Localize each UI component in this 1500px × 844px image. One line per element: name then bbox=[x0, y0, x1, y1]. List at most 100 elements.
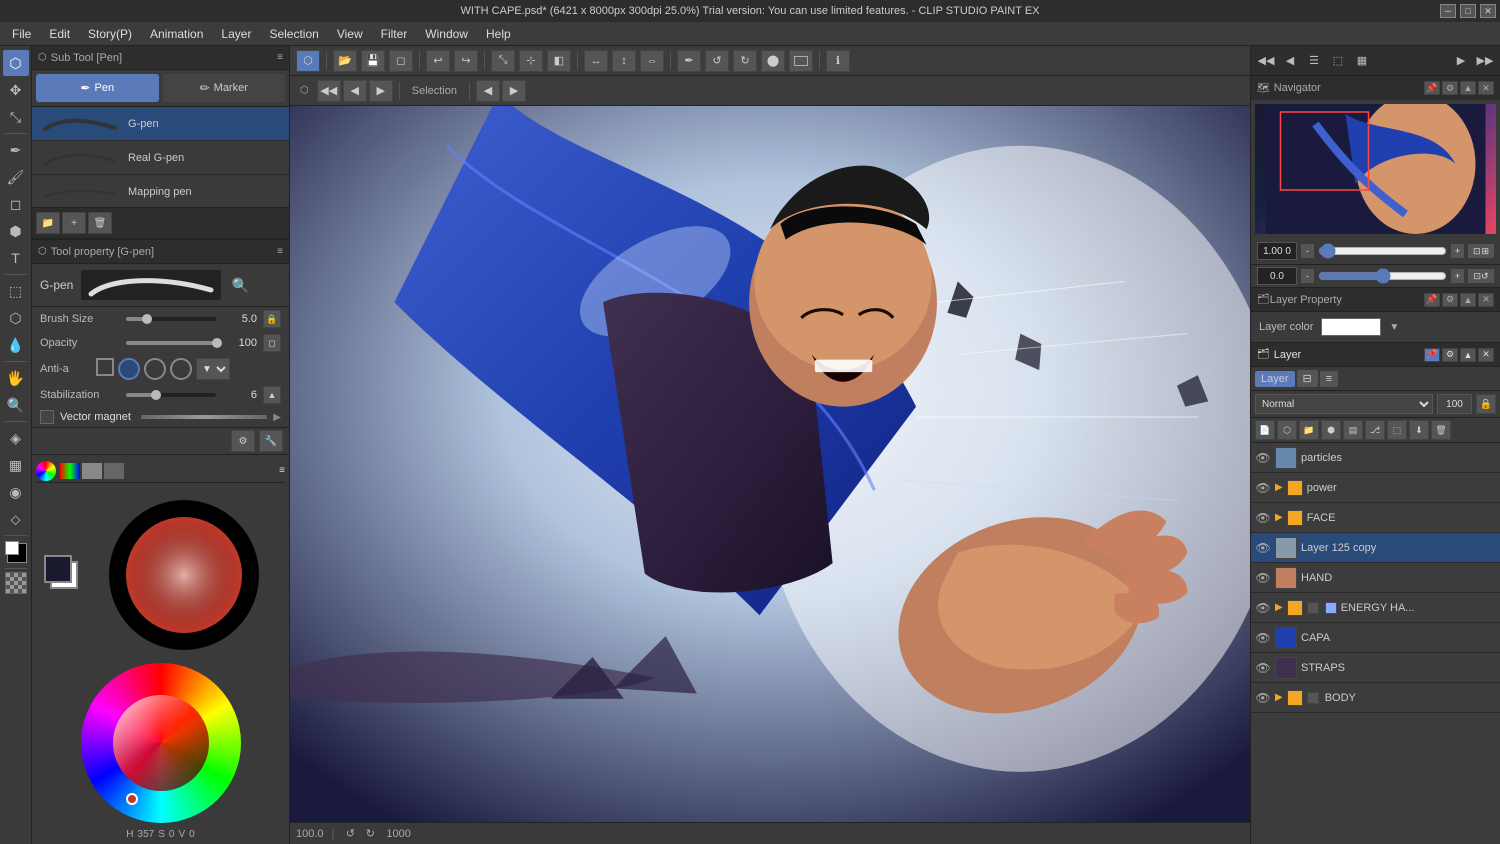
stabilization-slider[interactable] bbox=[126, 393, 216, 397]
panel-nav-btn1[interactable]: ◀ bbox=[476, 80, 500, 102]
tool-gradient[interactable]: ▦ bbox=[3, 452, 29, 478]
close-button[interactable]: ✕ bbox=[1480, 4, 1496, 18]
layer-mask[interactable]: ⬚ bbox=[1387, 420, 1407, 440]
nav-left-btn[interactable]: ◀◀ bbox=[317, 80, 341, 102]
main-color-swatch[interactable] bbox=[44, 555, 72, 583]
nav-zoom-input[interactable]: 1.00 0 bbox=[1257, 242, 1297, 260]
layer-merge-down[interactable]: ⬇ bbox=[1409, 420, 1429, 440]
tool-pen[interactable]: ✒ bbox=[3, 137, 29, 163]
nav-rotation-input[interactable]: 0.0 bbox=[1257, 267, 1297, 285]
layer-item-face[interactable]: 👁 ▶ FACE bbox=[1251, 503, 1500, 533]
nav-zoom-out[interactable]: - bbox=[1301, 244, 1314, 258]
nav-zoom-in[interactable]: + bbox=[1451, 244, 1464, 258]
rt-nav-back[interactable]: ◀◀ bbox=[1255, 50, 1277, 72]
nav-expand[interactable]: ▲ bbox=[1460, 81, 1476, 95]
tool-zoom[interactable]: 🔍 bbox=[3, 392, 29, 418]
layer-eye-capa[interactable]: 👁 bbox=[1255, 630, 1271, 646]
rt-forward[interactable]: ▶ bbox=[1450, 50, 1472, 72]
opacity-input[interactable] bbox=[1437, 394, 1472, 414]
nav-settings[interactable]: ⚙ bbox=[1442, 81, 1458, 95]
nav-forward-btn[interactable]: ▶ bbox=[369, 80, 393, 102]
nav-rot-pos[interactable]: + bbox=[1451, 269, 1464, 283]
menu-help[interactable]: Help bbox=[478, 25, 519, 43]
lp-settings[interactable]: ⚙ bbox=[1442, 293, 1458, 307]
layer-item-hand[interactable]: 👁 HAND bbox=[1251, 563, 1500, 593]
layer-item-power[interactable]: 👁 ▶ power bbox=[1251, 473, 1500, 503]
canvas-prev-page[interactable]: ↺ bbox=[342, 826, 358, 842]
layer-fill[interactable]: ⬢ bbox=[1321, 420, 1341, 440]
cmd-rotate-l[interactable]: ↺ bbox=[705, 50, 729, 72]
cmd-rotate-r[interactable]: ↻ bbox=[733, 50, 757, 72]
layer-item-straps[interactable]: 👁 STRAPS bbox=[1251, 653, 1500, 683]
menu-view[interactable]: View bbox=[329, 25, 371, 43]
layer-item-energyha[interactable]: 👁 ▶ ENERGY HA... bbox=[1251, 593, 1500, 623]
aa-weak[interactable] bbox=[118, 358, 140, 380]
lp-expand[interactable]: ▲ bbox=[1460, 293, 1476, 307]
layer-panel-close[interactable]: ✕ bbox=[1478, 348, 1494, 362]
menu-edit[interactable]: Edit bbox=[41, 25, 78, 43]
layer-new-group[interactable]: 📁 bbox=[1299, 420, 1319, 440]
cmd-select[interactable]: ⬡ bbox=[296, 50, 320, 72]
menu-file[interactable]: File bbox=[4, 25, 39, 43]
tool-select[interactable]: ⬡ bbox=[3, 50, 29, 76]
cmd-transform[interactable]: ⤡ bbox=[491, 50, 515, 72]
nav-rot-reset[interactable]: ↺ bbox=[1481, 271, 1489, 282]
layer-eye-straps[interactable]: 👁 bbox=[1255, 660, 1271, 676]
cmd-circle[interactable]: ⬤ bbox=[761, 50, 785, 72]
nav-fit-btn[interactable]: ⊡ bbox=[1473, 246, 1481, 257]
blend-mode-select[interactable]: Normal Multiply Screen Overlay Add bbox=[1255, 394, 1433, 414]
stab-btn[interactable]: ▲ bbox=[263, 386, 281, 404]
nav-zoom-slider[interactable] bbox=[1318, 243, 1447, 259]
tool-smudge[interactable]: ⬦ bbox=[3, 506, 29, 532]
tool-auto-select[interactable]: ⬡ bbox=[3, 305, 29, 331]
rt-nav-back2[interactable]: ◀ bbox=[1279, 50, 1301, 72]
layer-delete[interactable]: 🗑 bbox=[1431, 420, 1451, 440]
vector-magnet-checkbox[interactable] bbox=[40, 410, 54, 424]
canvas-container[interactable] bbox=[290, 106, 1250, 822]
layer-item-body[interactable]: 👁 ▶ BODY bbox=[1251, 683, 1500, 713]
vector-magnet-slider[interactable] bbox=[141, 415, 267, 419]
layer-eye-energyha[interactable]: 👁 bbox=[1255, 600, 1271, 616]
tool-text[interactable]: T bbox=[3, 245, 29, 271]
settings-btn1[interactable]: ⚙ bbox=[231, 430, 255, 452]
layer-clipping[interactable]: ⎇ bbox=[1365, 420, 1385, 440]
brush-size-lock[interactable]: 🔒 bbox=[263, 310, 281, 328]
layer-tab-frame[interactable]: ⊟ bbox=[1297, 370, 1318, 387]
color-wheel[interactable] bbox=[81, 663, 241, 823]
cmd-pen-pressure[interactable]: ✒ bbox=[677, 50, 701, 72]
lp-pin[interactable]: 📌 bbox=[1424, 293, 1440, 307]
maximize-button[interactable]: □ bbox=[1460, 4, 1476, 18]
subtool-menu-btn[interactable]: ≡ bbox=[277, 52, 283, 63]
minimize-button[interactable]: ─ bbox=[1440, 4, 1456, 18]
layer-eye-face[interactable]: 👁 bbox=[1255, 510, 1271, 526]
color-picker-handle[interactable] bbox=[126, 793, 138, 805]
tab-marker[interactable]: ✏ Marker bbox=[163, 74, 286, 102]
tool-blur[interactable]: ◉ bbox=[3, 479, 29, 505]
menu-story[interactable]: Story(P) bbox=[80, 25, 140, 43]
nav-100-btn[interactable]: ⊞ bbox=[1482, 246, 1490, 257]
layer-eye-hand[interactable]: 👁 bbox=[1255, 570, 1271, 586]
tool-fill[interactable]: ⬢ bbox=[3, 218, 29, 244]
cmd-open[interactable]: 📂 bbox=[333, 50, 357, 72]
layer-eye-layer125[interactable]: 👁 bbox=[1255, 540, 1271, 556]
opacity-toggle[interactable]: ◻ bbox=[263, 334, 281, 352]
color-history-tab[interactable] bbox=[104, 463, 124, 479]
tool-color-black[interactable] bbox=[3, 539, 29, 565]
rt-forward2[interactable]: ▶▶ bbox=[1474, 50, 1496, 72]
aa-none[interactable] bbox=[96, 358, 114, 376]
cmd-flip-3[interactable]: ⇔ bbox=[640, 50, 664, 72]
brush-size-slider[interactable] bbox=[126, 317, 216, 321]
cmd-undo[interactable]: ↩ bbox=[426, 50, 450, 72]
cmd-shape[interactable] bbox=[789, 50, 813, 72]
vector-slider-arrow[interactable]: ▶ bbox=[273, 412, 281, 423]
aa-strong[interactable] bbox=[170, 358, 192, 380]
brush-item-realgpen[interactable]: Real G-pen bbox=[32, 141, 289, 175]
brush-item-mappingpen[interactable]: Mapping pen bbox=[32, 175, 289, 207]
nav-rot-neg[interactable]: - bbox=[1301, 269, 1314, 283]
tool-navigate[interactable]: 🖐 bbox=[3, 365, 29, 391]
aa-select[interactable]: ▼ bbox=[196, 358, 230, 380]
layer-color-swatch[interactable] bbox=[1321, 318, 1381, 336]
tool-eyedrop[interactable]: 💧 bbox=[3, 332, 29, 358]
nav-mirror-btn[interactable]: ⊡ bbox=[1473, 271, 1481, 282]
layer-tonal[interactable]: ▤ bbox=[1343, 420, 1363, 440]
